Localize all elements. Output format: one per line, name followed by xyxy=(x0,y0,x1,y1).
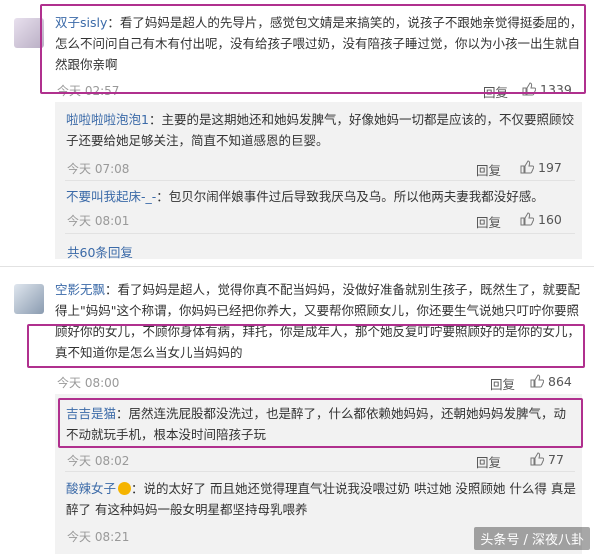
avatar[interactable] xyxy=(14,284,44,314)
username-link[interactable]: 不要叫我起床-_- xyxy=(66,189,156,204)
divider xyxy=(65,180,575,181)
like-button[interactable]: 160 xyxy=(520,212,562,227)
like-button[interactable]: 864 xyxy=(530,374,572,389)
highlight-box xyxy=(40,4,586,94)
timestamp: 今天 07:08 xyxy=(67,162,130,176)
username-link[interactable]: 空影无飘 xyxy=(55,282,105,297)
divider xyxy=(65,471,575,472)
thumbs-up-icon xyxy=(520,160,535,174)
timestamp: 今天 08:02 xyxy=(67,454,130,468)
username-link[interactable]: 酸辣女子 xyxy=(66,481,116,496)
reply-text: 啦啦啦啦泡泡1：主要的是这期她还和她妈发脾气，好像她妈一切都是应该的，不仅要照顾… xyxy=(66,112,574,148)
reply-text: 酸辣女子 ：说的太好了 而且她还觉得理直气壮说我没喂过奶 哄过她 没照顾她 什么得… xyxy=(66,481,576,517)
thumbs-up-icon xyxy=(530,374,545,388)
watermark: 头条号 / 深夜八卦 xyxy=(474,527,590,550)
timestamp: 今天 08:00 xyxy=(57,376,120,390)
reply-text: 不要叫我起床-_-：包贝尔闹伴娘事件过后导致我厌乌及乌。所以他两夫妻我都没好感。 xyxy=(66,189,544,204)
thumbs-up-icon xyxy=(530,452,545,466)
reply-button[interactable]: 回复 xyxy=(476,212,501,231)
reply-button[interactable]: 回复 xyxy=(476,160,501,179)
timestamp: 今天 08:01 xyxy=(67,214,130,228)
more-replies-link[interactable]: 共60条回复 xyxy=(67,242,133,261)
thumbs-up-icon xyxy=(520,212,535,226)
highlight-box xyxy=(27,324,585,368)
timestamp: 今天 08:21 xyxy=(67,530,130,544)
divider xyxy=(65,233,575,234)
reply-button[interactable]: 回复 xyxy=(476,452,501,471)
username-link[interactable]: 啦啦啦啦泡泡1 xyxy=(66,112,149,127)
like-button[interactable]: 197 xyxy=(520,160,562,175)
like-button[interactable]: 77 xyxy=(530,452,564,467)
vip-badge-icon xyxy=(118,482,132,495)
reply-button[interactable]: 回复 xyxy=(490,374,515,393)
divider xyxy=(0,266,594,267)
highlight-box xyxy=(58,398,583,448)
